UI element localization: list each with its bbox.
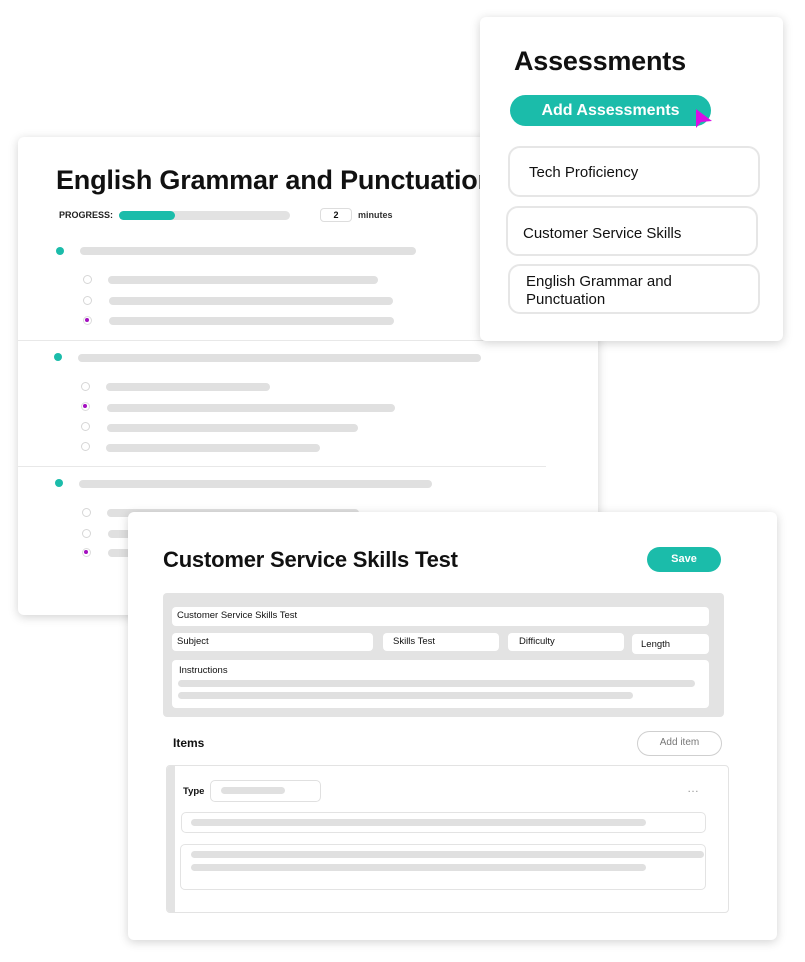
- length-input[interactable]: Length: [632, 634, 709, 654]
- minutes-label: minutes: [358, 210, 393, 220]
- assessment-item-customer-service[interactable]: Customer Service Skills: [506, 206, 758, 256]
- instructions-text-placeholder: [178, 680, 695, 687]
- subject-input[interactable]: Subject: [172, 633, 373, 651]
- question-bullet: [55, 479, 63, 487]
- answer-radio[interactable]: [82, 548, 91, 557]
- assessments-panel: Assessments Add Assessments Tech Profici…: [480, 17, 783, 341]
- question-input[interactable]: [181, 812, 706, 833]
- items-heading: Items: [173, 736, 205, 750]
- progress-bar: [119, 211, 290, 220]
- question-text-placeholder: [80, 247, 416, 255]
- answer-textarea[interactable]: [180, 844, 706, 890]
- type-label: Type: [183, 786, 205, 797]
- answer-radio[interactable]: [81, 442, 90, 451]
- answer-radio[interactable]: [83, 316, 92, 325]
- question-text-placeholder: [78, 354, 481, 362]
- assessments-title: Assessments: [514, 46, 686, 76]
- question-bullet: [54, 353, 62, 361]
- answer-radio[interactable]: [83, 275, 92, 284]
- assessment-item-english-grammar[interactable]: English Grammar and Punctuation: [508, 264, 760, 314]
- difficulty-input[interactable]: Difficulty: [508, 633, 624, 651]
- type-value-placeholder: [221, 787, 285, 794]
- instructions-textarea[interactable]: Instructions: [172, 660, 709, 708]
- answer-radio[interactable]: [81, 402, 90, 411]
- answer-text-placeholder: [109, 317, 394, 325]
- answer-text-placeholder: [107, 424, 358, 432]
- type-select[interactable]: [210, 780, 321, 802]
- test-title: Customer Service Skills Test: [163, 547, 458, 572]
- question-text-placeholder: [191, 819, 646, 826]
- test-editor-card: Customer Service Skills Test Save Custom…: [128, 512, 777, 940]
- item-card: Type …: [166, 765, 729, 913]
- more-options-icon[interactable]: …: [687, 781, 700, 795]
- save-button[interactable]: Save: [647, 547, 721, 572]
- question-divider: [18, 466, 546, 467]
- add-item-button[interactable]: Add item: [637, 731, 722, 756]
- add-assessments-button[interactable]: Add Assessments: [510, 95, 711, 126]
- quiz-title: English Grammar and Punctuation: [56, 165, 494, 195]
- answer-text-placeholder: [191, 851, 704, 858]
- test-name-input[interactable]: Customer Service Skills Test: [172, 607, 709, 626]
- answer-text-placeholder: [109, 297, 393, 305]
- answer-radio[interactable]: [81, 422, 90, 431]
- answer-text-placeholder: [106, 444, 320, 452]
- minutes-input[interactable]: 2: [320, 208, 352, 222]
- instructions-label: Instructions: [179, 665, 228, 676]
- question-text-placeholder: [79, 480, 432, 488]
- instructions-text-placeholder: [178, 692, 633, 699]
- cursor-arrow-icon: [696, 109, 712, 128]
- answer-radio[interactable]: [83, 296, 92, 305]
- question-bullet: [56, 247, 64, 255]
- answer-text-placeholder: [107, 404, 395, 412]
- drag-handle[interactable]: [167, 766, 175, 912]
- answer-text-placeholder: [191, 864, 646, 871]
- answer-radio[interactable]: [82, 529, 91, 538]
- test-type-input[interactable]: Skills Test: [383, 633, 499, 651]
- answer-text-placeholder: [106, 383, 270, 391]
- answer-text-placeholder: [108, 276, 378, 284]
- progress-fill: [119, 211, 176, 220]
- progress-label: PROGRESS:: [59, 210, 114, 220]
- answer-radio[interactable]: [82, 508, 91, 517]
- answer-radio[interactable]: [81, 382, 90, 391]
- test-details-form: Customer Service Skills Test Subject Ski…: [163, 593, 724, 717]
- assessment-item-tech-proficiency[interactable]: Tech Proficiency: [508, 146, 760, 197]
